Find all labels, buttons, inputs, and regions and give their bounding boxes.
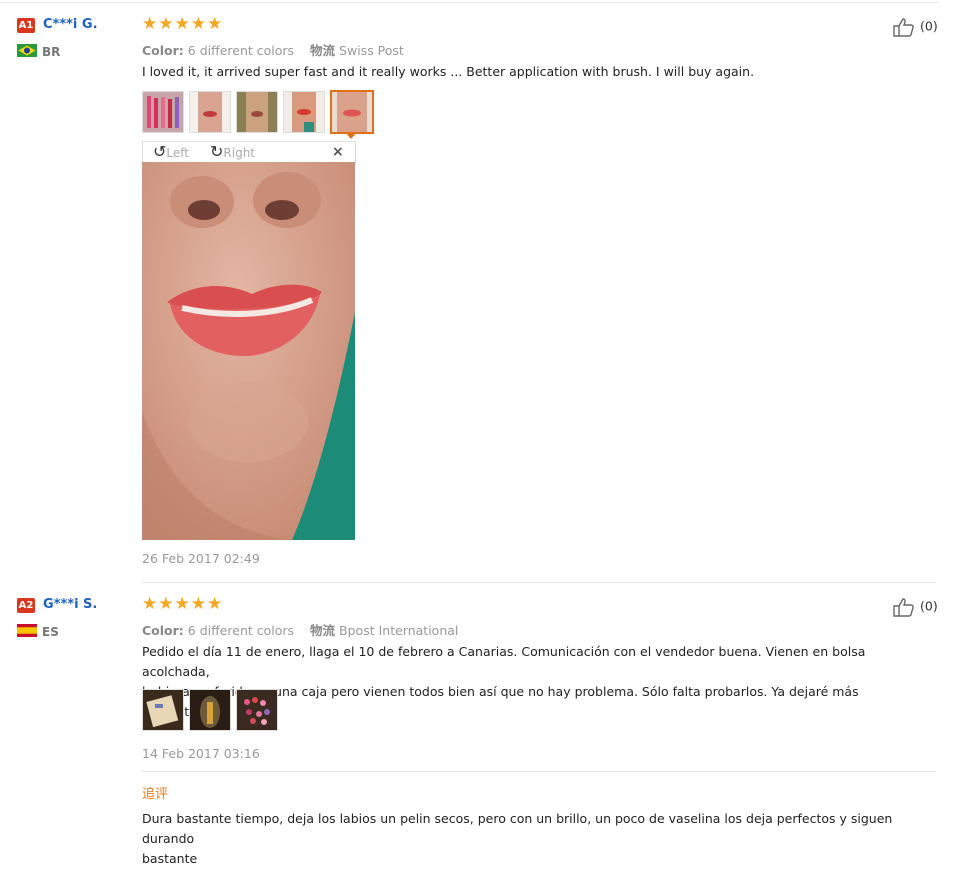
review-meta: Color: 6 different colors 物流 Swiss Post <box>142 40 404 59</box>
rating-stars: ★★★★★ <box>142 594 224 614</box>
followup-divider <box>142 771 936 772</box>
review-divider <box>142 582 936 583</box>
review-meta: Color: 6 different colors 物流 Bpost Inter… <box>142 620 458 639</box>
review-photo-thumbnail[interactable] <box>142 91 184 133</box>
reviewer-country: BR <box>42 45 61 59</box>
selected-photo-pointer <box>345 132 357 139</box>
review-date: 14 Feb 2017 03:16 <box>142 746 260 761</box>
thumbs-up-icon <box>892 598 916 617</box>
brazil-flag-icon <box>17 44 37 57</box>
top-divider <box>0 2 938 3</box>
reviewer-name[interactable]: C***i G. <box>43 17 98 32</box>
helpful-count: (0) <box>919 18 938 34</box>
enlarged-review-photo <box>142 162 355 540</box>
review-date: 26 Feb 2017 02:49 <box>142 551 260 566</box>
shipping-value: Bpost International <box>339 623 459 638</box>
rotate-right-button[interactable]: ↻Right <box>210 142 255 161</box>
followup-text: Dura bastante tiempo, deja los labios un… <box>142 809 932 869</box>
color-value: 6 different colors <box>187 623 295 638</box>
buyer-level-badge: A2 <box>17 598 35 613</box>
review-photo-thumbnail[interactable] <box>189 689 231 731</box>
review-text-line: Pedido el día 11 de enero, llaga el 10 d… <box>142 644 866 679</box>
shipping-value: Swiss Post <box>339 43 404 58</box>
buyer-level-badge: A1 <box>17 18 35 33</box>
rotate-left-button[interactable]: ↺Left <box>153 142 189 161</box>
followup-text-line: Dura bastante tiempo, deja los labios un… <box>142 811 893 846</box>
color-value: 6 different colors <box>187 43 295 58</box>
rotate-left-icon: ↺ <box>153 142 167 161</box>
helpful-button[interactable]: (0) <box>892 17 938 37</box>
close-icon[interactable]: × <box>332 144 344 160</box>
helpful-count: (0) <box>919 598 938 614</box>
review-photo-thumbnail-selected[interactable] <box>330 90 374 134</box>
review-photo-thumbnail[interactable] <box>142 689 184 731</box>
reviewer-country: ES <box>42 625 59 639</box>
helpful-button[interactable]: (0) <box>892 597 938 617</box>
review-photo-thumbnail[interactable] <box>236 689 278 731</box>
reviewer-name[interactable]: G***i S. <box>43 597 97 612</box>
shipping-label: 物流 <box>310 43 336 58</box>
review-text: I loved it, it arrived super fast and it… <box>142 64 755 79</box>
color-label: Color: <box>142 43 184 58</box>
thumbs-up-icon <box>892 18 916 37</box>
review-photo-thumbnail[interactable] <box>236 91 278 133</box>
photo-viewer-toolbar: ↺Left ↻Right × <box>142 141 356 163</box>
color-label: Color: <box>142 623 184 638</box>
followup-text-line: bastante <box>142 851 198 866</box>
review-photo-thumbnail[interactable] <box>189 91 231 133</box>
shipping-label: 物流 <box>310 623 336 638</box>
rotate-right-icon: ↻ <box>210 142 224 161</box>
rating-stars: ★★★★★ <box>142 14 224 34</box>
spain-flag-icon <box>17 624 37 637</box>
followup-title: 追评 <box>142 787 169 802</box>
review-photo-thumbnail[interactable] <box>283 91 325 133</box>
